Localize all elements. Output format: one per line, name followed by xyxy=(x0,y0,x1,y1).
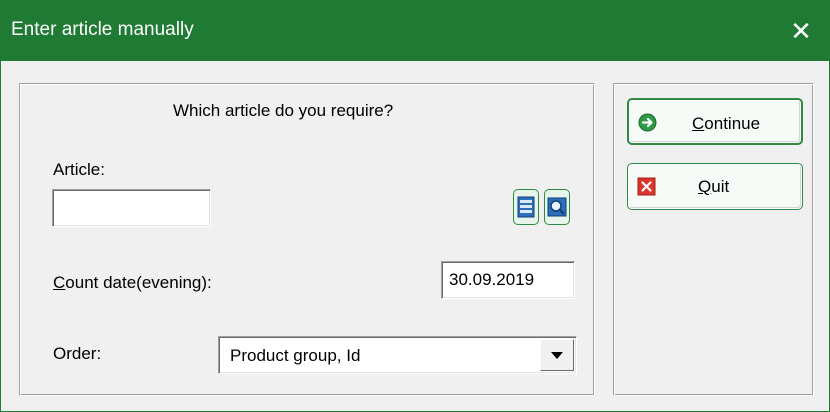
count-date-label: Count date(evening): xyxy=(53,273,212,292)
order-label: Order: xyxy=(53,344,102,363)
close-icon: ✕ xyxy=(790,15,812,46)
list-icon xyxy=(517,196,535,218)
search-button[interactable] xyxy=(544,189,570,225)
title-bar: Enter article manually ✕ xyxy=(1,1,829,61)
continue-label: Continue xyxy=(692,114,761,133)
quit-label: Quit xyxy=(698,177,730,196)
chevron-down-icon xyxy=(551,351,563,359)
close-button[interactable]: ✕ xyxy=(773,1,829,61)
quit-button[interactable]: Quit xyxy=(627,163,803,210)
article-label: Article: xyxy=(53,160,105,179)
quit-x-icon xyxy=(637,177,656,196)
search-icon xyxy=(547,197,567,217)
order-dropdown-button[interactable] xyxy=(540,339,574,371)
article-input[interactable] xyxy=(52,189,211,227)
continue-button[interactable]: Continue xyxy=(627,98,803,145)
order-select[interactable]: Product group, Id xyxy=(218,336,577,374)
window-title: Enter article manually xyxy=(11,19,194,40)
order-selected-value: Product group, Id xyxy=(230,346,361,365)
count-date-field[interactable]: 30.09.2019 xyxy=(441,261,575,299)
question-label: Which article do you require? xyxy=(173,101,394,120)
arrow-right-icon xyxy=(638,113,657,132)
list-button[interactable] xyxy=(513,189,539,225)
